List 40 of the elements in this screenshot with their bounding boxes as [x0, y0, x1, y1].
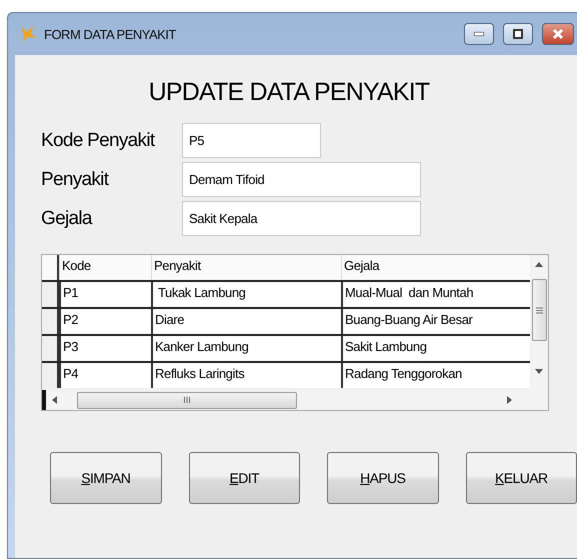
table-cell: Tukak Lambung [151, 282, 341, 307]
table-cell: Radang Tenggorokan [341, 363, 530, 388]
close-button[interactable] [542, 23, 574, 45]
field-label: Gejala [41, 208, 94, 230]
field-label: Penyakit [41, 168, 110, 190]
table-cell: P2 [59, 309, 151, 334]
input-field[interactable]: Sakit Kepala [182, 201, 421, 236]
input-field[interactable]: P5 [182, 123, 321, 158]
minimize-button[interactable] [464, 23, 494, 45]
table-cell: P4 [59, 363, 151, 388]
table-cell: Refluks Laringits [151, 363, 341, 388]
input-field[interactable]: Demam Tifoid [182, 162, 421, 197]
scroll-thumb[interactable] [532, 279, 546, 341]
action-button[interactable]: EDIT [188, 452, 300, 504]
maximize-button[interactable] [503, 23, 533, 45]
table-cell: P3 [59, 336, 151, 361]
field-label: Kode Penyakit [41, 130, 156, 152]
scroll-left-icon[interactable] [52, 396, 57, 404]
table-cell: Buang-Buang Air Besar [341, 309, 530, 334]
scroll-down-icon[interactable] [535, 369, 543, 374]
form-heading: UPDATE DATA PENYAKIT [148, 78, 430, 107]
app-icon [18, 24, 38, 44]
action-button[interactable]: SIMPAN [50, 452, 162, 504]
minimize-icon [474, 32, 484, 36]
horizontal-scrollbar[interactable]: III [42, 390, 548, 410]
grip-icon [536, 306, 542, 314]
scroll-right-icon[interactable] [507, 396, 512, 404]
scroll-thumb[interactable]: III [77, 392, 297, 408]
vertical-scrollbar[interactable] [530, 255, 548, 390]
table-cell: Kanker Lambung [151, 336, 341, 361]
table-cell: Mual-Mual dan Muntah [341, 282, 530, 307]
table-cell: P1 [59, 282, 151, 307]
maximize-icon [513, 29, 523, 39]
action-button[interactable]: HAPUS [327, 452, 438, 504]
table-cell: Diare [151, 309, 341, 334]
scroll-up-icon[interactable] [535, 262, 543, 267]
close-icon [552, 28, 564, 40]
table-cell: Sakit Lambung [341, 336, 530, 361]
action-button[interactable]: KELUAR [466, 452, 577, 504]
window-title: FORM DATA PENYAKIT [44, 26, 177, 42]
